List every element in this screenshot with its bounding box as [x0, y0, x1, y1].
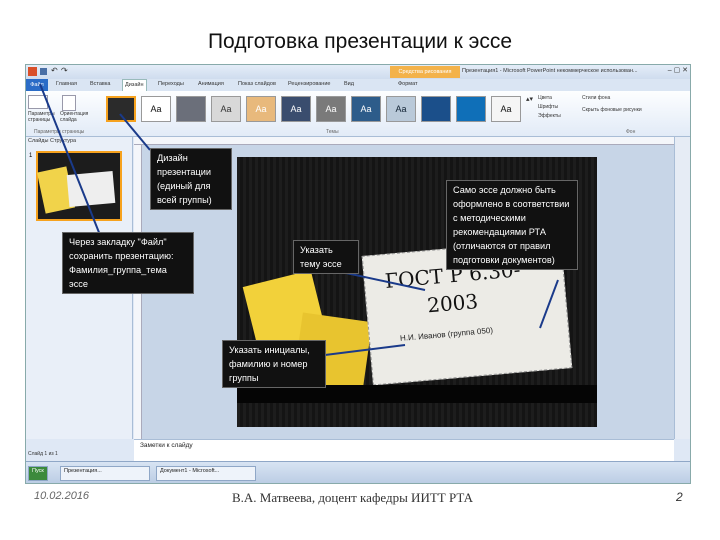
callout-essay-format: Само эссе должно быть оформлено в соотве… [446, 180, 578, 270]
callout-topic: Указать тему эссе [293, 240, 359, 274]
footer-page-number: 2 [676, 490, 683, 504]
arrow-design [119, 113, 151, 151]
callout-initials: Указать инициалы, фамилию и номер группы [222, 340, 326, 388]
arrow-file [39, 83, 101, 236]
arrow-initials [324, 344, 406, 356]
callout-save-file: Через закладку "Файл" сохранить презента… [62, 232, 194, 294]
footer-author: В.А. Матвеева, доцент кафедры ИИТТ РТА [232, 490, 474, 505]
footer-date: 10.02.2016 [34, 490, 90, 502]
arrow-essay [539, 279, 559, 329]
callout-design: Дизайн презентации (единый для всей груп… [150, 148, 232, 210]
slide: Подготовка презентации к эссе ↶ ↷ Средст… [0, 0, 720, 540]
